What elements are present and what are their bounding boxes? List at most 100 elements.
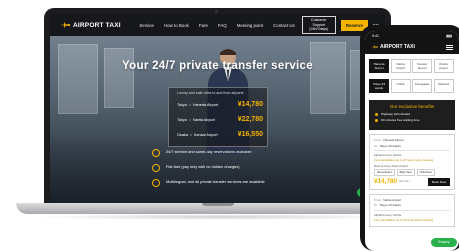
benefit-text: Highway toll included [381, 112, 411, 116]
signal-icon: ▮▮▮ [446, 33, 452, 38]
baby-seat-checkbox[interactable]: Baby Seat [396, 168, 415, 176]
nav-meeting-point[interactable]: Meeting point [232, 23, 268, 28]
from-value: Haneda Airport [383, 138, 404, 142]
phone: 9:41 ▮▮▮ AIRPORT TAXI Haneda Airport Nar… [360, 25, 459, 251]
benefit-item: Highway toll included [375, 112, 449, 116]
airport-tabs: Haneda Airport Narita Airport Kansai Air… [365, 54, 459, 75]
enquiry-button[interactable]: Enquiry [431, 238, 457, 247]
price-amount: ¥14,780 [237, 101, 263, 108]
tab-tokyo-23-wards[interactable]: Tokyo 23 wards [369, 79, 389, 93]
tax-note: (tax incl.) [399, 180, 410, 184]
nav-how-to-book[interactable]: How to Book [159, 23, 194, 28]
to-label: To [374, 203, 378, 208]
fare-price: ¥14,780 [374, 178, 398, 186]
tab-saitama[interactable]: Saitama [433, 79, 454, 93]
feature-text: Multilingual, and all private transfer s… [166, 179, 265, 184]
fare-from: From Narita Airport [374, 198, 450, 202]
from-label: From [374, 138, 382, 142]
site-navbar: AIRPORT TAXI Service How to Book Fare FA… [50, 14, 385, 36]
from-value: Narita Airport [383, 197, 402, 202]
phone-logo[interactable]: AIRPORT TAXI [371, 44, 415, 50]
fare-from: From Haneda Airport [374, 138, 450, 142]
tab-chubu[interactable]: Chubu Airport [433, 59, 454, 73]
nav-fare[interactable]: Fare [194, 23, 213, 28]
tab-kanagawa[interactable]: Kanagawa [412, 79, 432, 93]
fare-option: Meet & Greet, Name board [374, 163, 408, 168]
price-box: Luxury and safe rides to and from airpor… [168, 87, 268, 147]
benefits-box: Our exclusive benefits Highway toll incl… [369, 100, 455, 130]
fare-card: From Haneda Airport To Tokyo 23 wards Alph… [369, 134, 455, 190]
price-box-subtitle: Luxury and safe rides to and from airpor… [177, 91, 244, 95]
price-amount: ¥16,550 [237, 131, 263, 138]
phone-logo-text: AIRPORT TAXI [380, 44, 415, 50]
fare-card: From Narita Airport To Tokyo 23 wards Alph… [369, 193, 455, 228]
status-time: 9:41 [372, 33, 379, 38]
yen-icon [152, 164, 160, 172]
tab-haneda[interactable]: Haneda Airport [369, 59, 389, 73]
globe-icon [152, 179, 160, 187]
benefit-text: 60 minutes free waiting time [381, 118, 420, 122]
vehicle-type: Alphard luxury vehicle [374, 153, 402, 157]
child-seat-checkbox[interactable]: Child Seat [416, 168, 435, 176]
background-window [104, 48, 134, 108]
plane-icon [371, 45, 378, 49]
laptop-screen: AIRPORT TAXI Service How to Book Fare FA… [50, 14, 385, 203]
clock-icon [152, 149, 160, 157]
area-tabs: Tokyo 23 wards Chiba Kanagawa Saitama [365, 75, 459, 95]
price-route: Tokyo ⇔ Haneda Airport [177, 102, 219, 107]
phone-screen: 9:41 ▮▮▮ AIRPORT TAXI Haneda Airport Nar… [365, 31, 459, 251]
price-route: Osaka ⇔ Kansai Airport [177, 132, 218, 137]
cancellation-link[interactable]: Free cancellation up to 24 hours before … [374, 218, 433, 222]
laptop-shadow [30, 214, 406, 220]
feature-item: Flat fare (pay only with no hidden charg… [152, 164, 302, 172]
check-icon [375, 112, 378, 116]
feature-text: Flat fare (pay only with no hidden charg… [166, 164, 240, 169]
price-row: ¥14,780 (tax incl.) Book Now [374, 177, 450, 186]
plane-icon [60, 22, 70, 28]
laptop-base [16, 203, 418, 214]
tab-chiba[interactable]: Chiba [390, 79, 411, 93]
site-logo[interactable]: AIRPORT TAXI [60, 22, 121, 29]
feature-list: 24/7 service and same-day reservations a… [152, 149, 302, 194]
benefits-title: Our exclusive benefits [389, 104, 435, 109]
feature-item: 24/7 service and same-day reservations a… [152, 149, 302, 157]
price-amount: ¥22,780 [237, 116, 263, 123]
customer-support-button[interactable]: Customer Support (24h/7days) [301, 16, 336, 34]
background-window [58, 44, 98, 114]
nav-service[interactable]: Service [134, 23, 159, 28]
laptop-notch [202, 203, 234, 206]
tab-narita[interactable]: Narita Airport [390, 59, 411, 73]
hamburger-menu-icon[interactable] [446, 43, 453, 50]
option-checkboxes: Name Board Baby Seat Child Seat [374, 168, 450, 176]
nav-contact-us[interactable]: Contact Us [268, 23, 300, 28]
price-row: Osaka ⇔ Kansai Airport ¥16,550 [177, 131, 263, 138]
fare-option: Free cancellation up to 24 hours before … [374, 218, 450, 222]
logo-text: AIRPORT TAXI [73, 21, 121, 29]
background-window [310, 42, 346, 114]
product-mockup: AIRPORT TAXI Service How to Book Fare FA… [0, 0, 459, 251]
camera [215, 10, 218, 13]
from-label: From [374, 197, 382, 202]
feature-item: Multilingual, and all private transfer s… [152, 179, 302, 187]
fare-to: To Tokyo 23 wards [374, 144, 450, 148]
laptop: AIRPORT TAXI Service How to Book Fare FA… [44, 8, 391, 205]
book-now-button[interactable]: Book Now [427, 177, 450, 186]
divider [374, 150, 450, 151]
divider [374, 209, 450, 211]
tab-kansai[interactable]: Kansai Airport [412, 59, 432, 73]
to-value: Tokyo 23 wards [379, 143, 401, 148]
price-route: Tokyo ⇔ Narita Airport [177, 117, 215, 122]
vehicle-type: Alphard luxury vehicle [374, 212, 402, 217]
name-board-checkbox[interactable]: Name Board [374, 168, 395, 176]
hero-title: Your 24/7 private transfer service [122, 60, 313, 72]
price-row: Tokyo ⇔ Haneda Airport ¥14,780 [177, 101, 263, 108]
fare-to: To Tokyo 23 wards [374, 203, 450, 207]
check-icon [375, 118, 378, 122]
phone-header: AIRPORT TAXI [365, 40, 459, 54]
nav-menu: Service How to Book Fare FAQ Meeting poi… [134, 16, 385, 34]
to-label: To [374, 143, 378, 148]
nav-faq[interactable]: FAQ [213, 23, 232, 28]
price-row: Tokyo ⇔ Narita Airport ¥22,780 [177, 116, 263, 123]
fare-option: Free cancellation up to 24 hours before … [374, 158, 450, 162]
cancellation-link[interactable]: Free cancellation up to 24 hours before … [374, 158, 433, 162]
